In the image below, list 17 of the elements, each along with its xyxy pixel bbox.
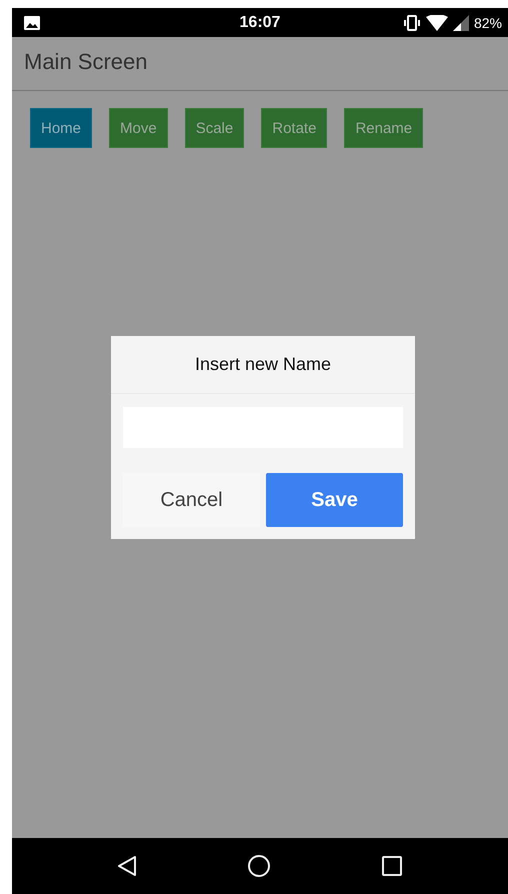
toolbar-button[interactable]: Rotate	[261, 108, 328, 148]
home-icon[interactable]	[247, 854, 271, 878]
back-icon[interactable]	[117, 855, 137, 877]
toolbar-button[interactable]: Move	[109, 108, 168, 148]
image-icon	[24, 16, 40, 30]
vibrate-icon	[402, 14, 421, 30]
wifi-icon	[426, 14, 448, 30]
toolbar-button[interactable]: Home	[30, 108, 92, 148]
dialog-title: Insert new Name	[194, 354, 332, 375]
toolbar-button[interactable]: Rename	[344, 108, 424, 148]
signal-icon	[452, 14, 469, 30]
screen-title: Main Screen	[24, 49, 148, 74]
toolbar-button[interactable]: Scale	[184, 108, 244, 148]
save-button[interactable]: Save	[266, 473, 403, 527]
clock-time: 16:07	[240, 14, 280, 32]
recents-icon[interactable]	[381, 855, 403, 877]
battery-percentage: 82%	[474, 14, 502, 30]
